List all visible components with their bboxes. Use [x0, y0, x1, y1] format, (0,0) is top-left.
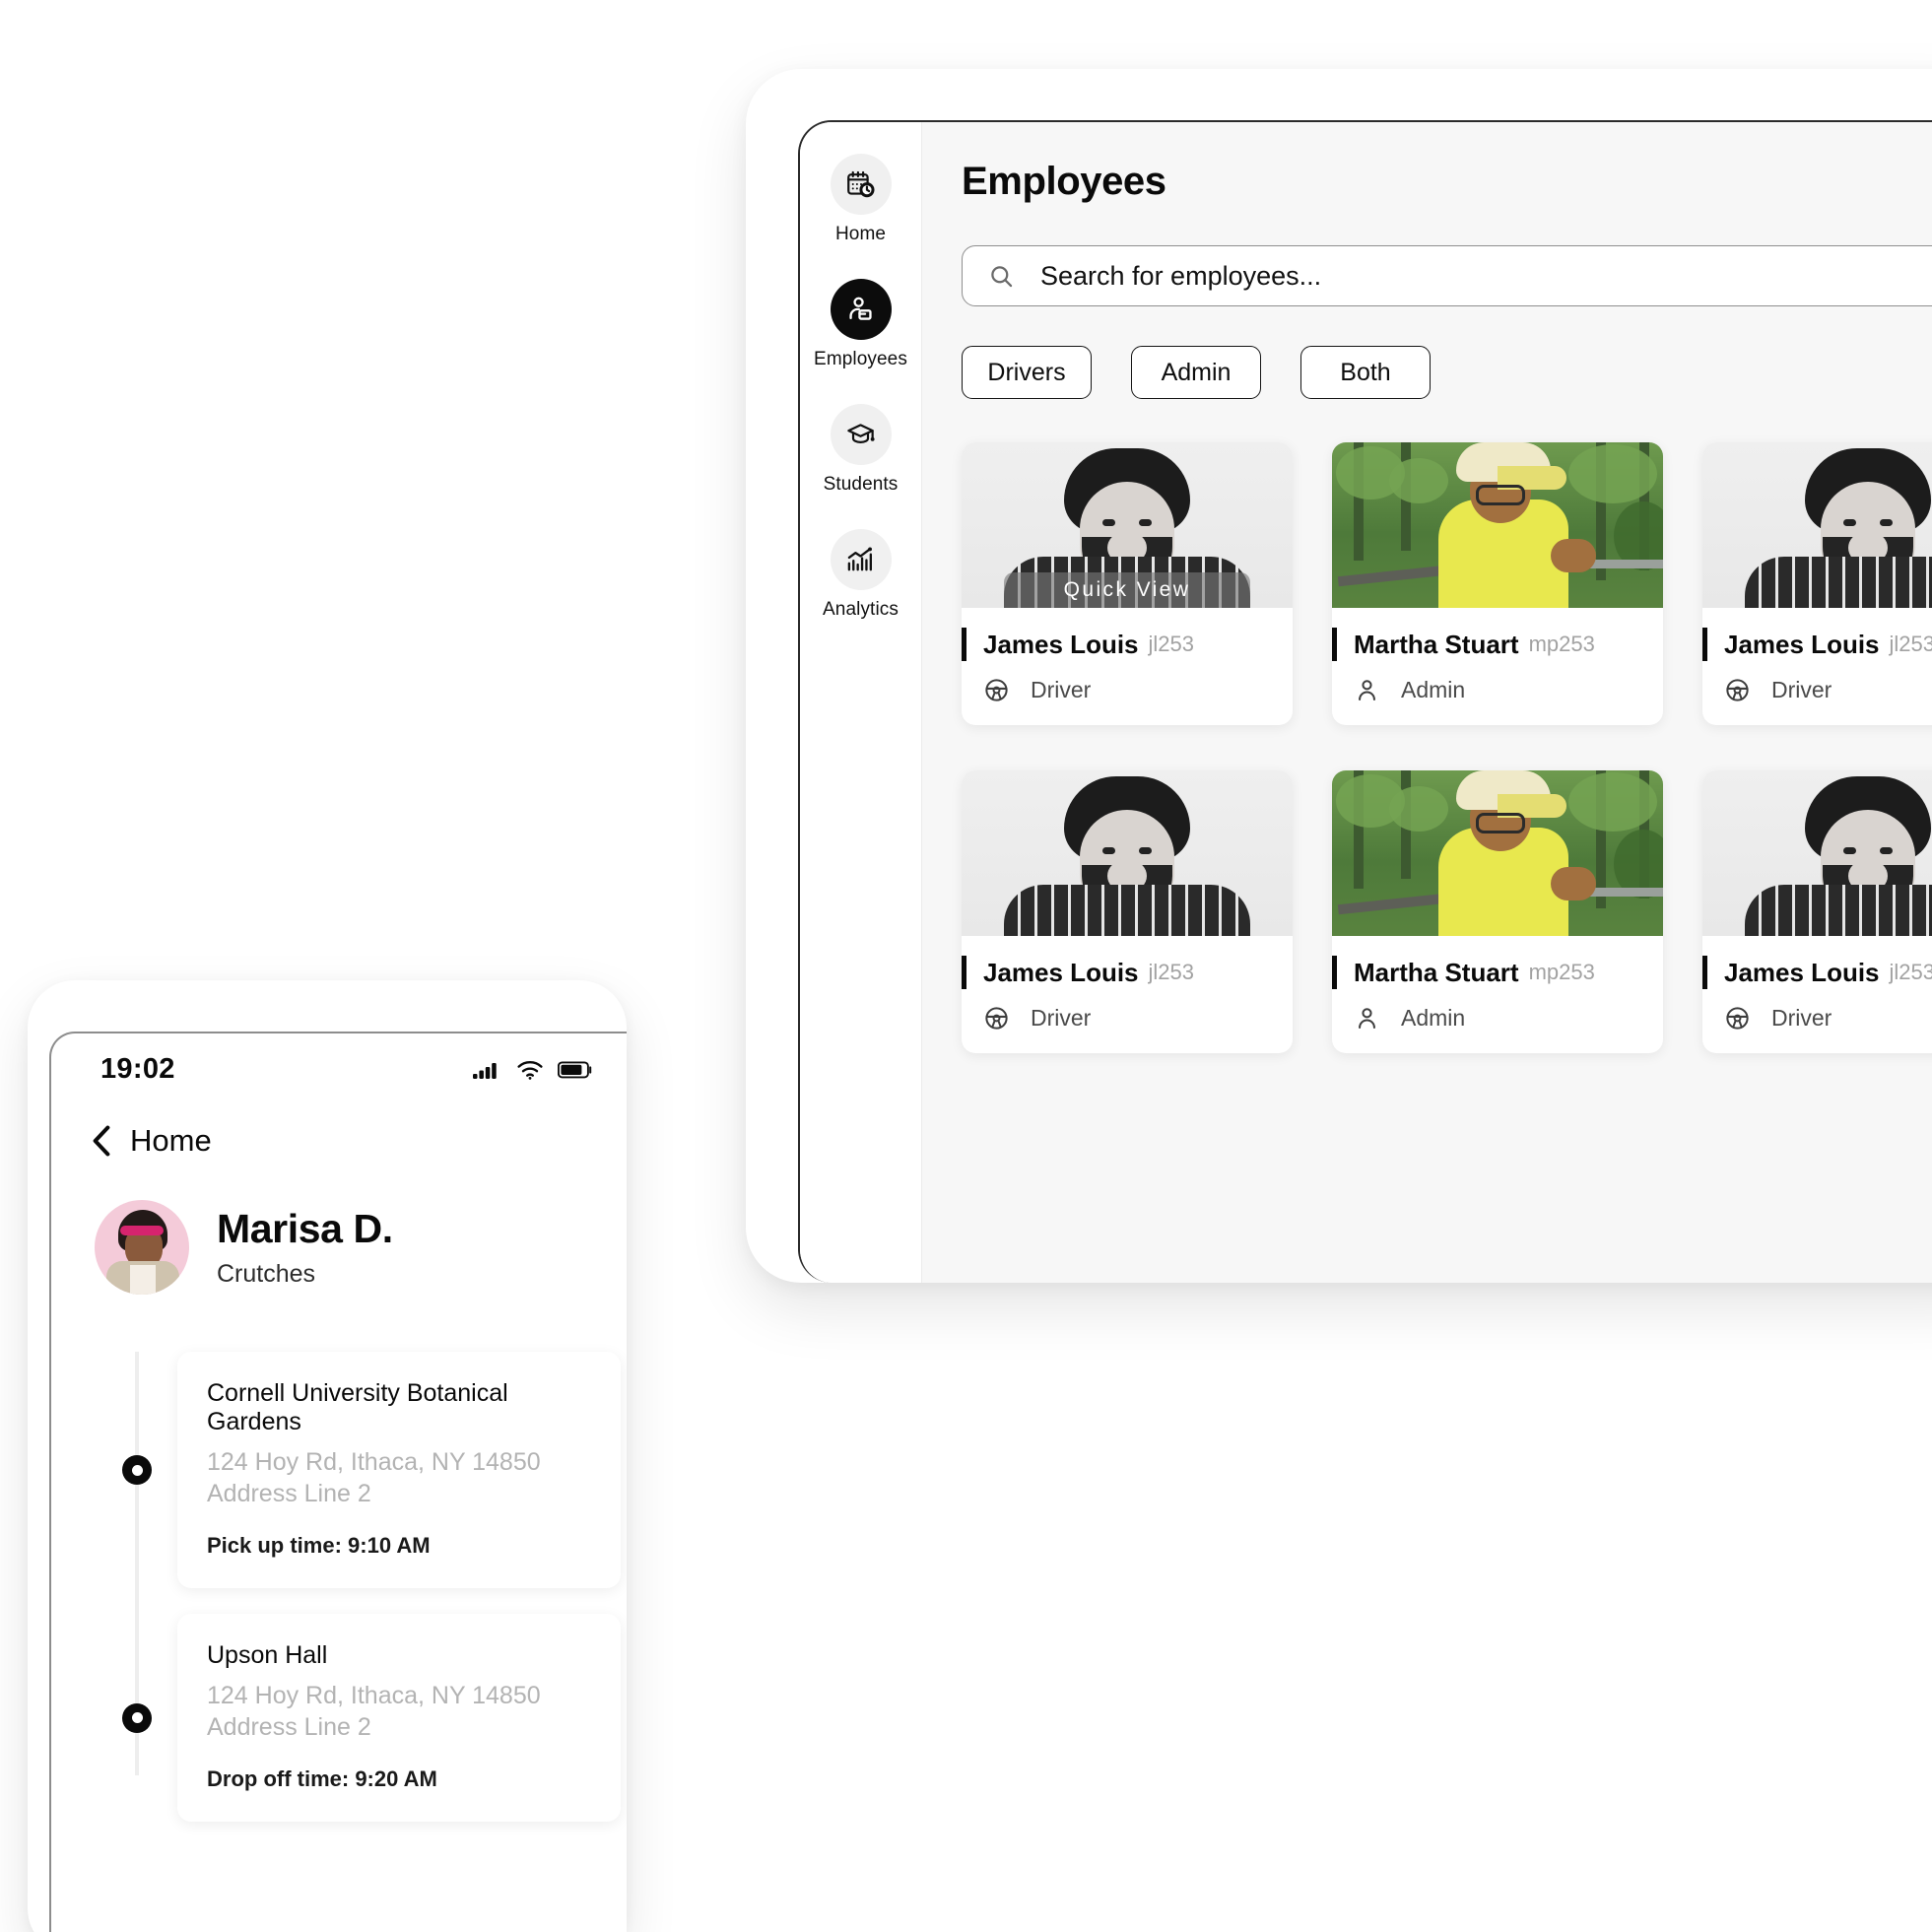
name-accent-bar — [1702, 628, 1707, 661]
cellular-signal-icon — [473, 1062, 497, 1079]
stop-title: Cornell University Botanical Gardens — [207, 1379, 508, 1435]
employee-id: jl253 — [1148, 632, 1194, 656]
avatar — [95, 1200, 189, 1295]
rider-header: Marisa D. Crutches — [51, 1159, 627, 1295]
employee-id: jl253 — [1148, 960, 1194, 984]
timeline-dot-icon — [122, 1702, 152, 1733]
page-title: Employees — [962, 160, 1166, 203]
employee-name: James Louis — [983, 629, 1139, 659]
name-accent-bar — [1702, 956, 1707, 989]
employee-name: James Louis — [983, 957, 1139, 987]
filter-admin-button[interactable]: Admin — [1131, 346, 1261, 399]
sidebar-item-label: Employees — [814, 349, 907, 369]
employee-role: Driver — [1031, 677, 1092, 702]
search-icon — [991, 265, 1013, 287]
status-time: 19:02 — [100, 1053, 175, 1085]
employee-role: Driver — [1031, 1005, 1092, 1031]
stop-address-line-2: Address Line 2 — [207, 1480, 371, 1507]
sidebar-item-label: Students — [823, 474, 899, 495]
employee-id: mp253 — [1528, 960, 1595, 984]
employee-name: Martha Stuart — [1354, 629, 1519, 659]
stop-card[interactable]: Upson Hall 124 Hoy Rd, Ithaca, NY 14850 … — [177, 1614, 621, 1822]
quick-view-overlay[interactable]: Quick View — [1004, 572, 1250, 608]
sidebar-item-analytics[interactable]: Analytics — [807, 529, 915, 621]
sidebar-item-home[interactable]: Home — [807, 154, 915, 245]
employee-card[interactable]: Quick View James Louis jl253 Driver — [962, 442, 1293, 725]
battery-icon — [558, 1060, 592, 1078]
screenshot-canvas: Home Employees Students Analytics Employ… — [0, 0, 1932, 1932]
employee-card[interactable]: James Louis jl253 Driver — [962, 770, 1293, 1053]
employee-card[interactable]: Martha Stuart mp253 Admin — [1332, 442, 1663, 725]
name-accent-bar — [1332, 956, 1337, 989]
rider-name: Marisa D. — [217, 1206, 393, 1251]
employee-name: Martha Stuart — [1354, 957, 1519, 987]
name-accent-bar — [962, 628, 966, 661]
name-accent-bar — [1332, 628, 1337, 661]
employee-id: mp253 — [1528, 632, 1595, 656]
stop-time: Pick up time: 9:10 AM — [207, 1533, 431, 1558]
employee-photo — [1332, 442, 1663, 608]
employees-icon — [830, 279, 892, 340]
steering-wheel-icon — [985, 679, 1008, 701]
phone-screen: 19:02 Home Marisa D. Crutches Cornell Un… — [49, 1032, 627, 1932]
role-filter-group: Drivers Admin Both — [962, 346, 1932, 399]
employee-id: jl253 — [1889, 632, 1932, 656]
employee-role: Admin — [1401, 677, 1466, 702]
stop-time: Drop off time: 9:20 AM — [207, 1766, 437, 1791]
employee-photo — [1702, 442, 1932, 608]
chevron-left-icon — [93, 1125, 110, 1157]
sidebar-item-employees[interactable]: Employees — [807, 279, 915, 370]
stop-title: Upson Hall — [207, 1641, 328, 1669]
stop-address-line-1: 124 Hoy Rd, Ithaca, NY 14850 — [207, 1448, 541, 1476]
wifi-icon — [517, 1060, 543, 1080]
employee-card[interactable]: James Louis jl253 Driver — [1702, 770, 1932, 1053]
search-input[interactable] — [1038, 259, 1932, 293]
back-button-label: Home — [130, 1123, 212, 1158]
employee-name: James Louis — [1724, 629, 1880, 659]
employee-photo — [1702, 770, 1932, 936]
steering-wheel-icon — [1726, 1007, 1749, 1030]
person-icon — [1359, 680, 1375, 700]
employee-role: Driver — [1771, 677, 1832, 702]
timeline-dot-icon — [122, 1455, 152, 1485]
stop-address-line-1: 124 Hoy Rd, Ithaca, NY 14850 — [207, 1682, 541, 1709]
sidebar-item-label: Analytics — [823, 599, 899, 620]
timeline-stop: Upson Hall 124 Hoy Rd, Ithaca, NY 14850 … — [51, 1614, 627, 1822]
trip-timeline: Cornell University Botanical Gardens 124… — [51, 1352, 627, 1822]
sidebar-item-students[interactable]: Students — [807, 404, 915, 496]
employee-role: Admin — [1401, 1005, 1466, 1031]
tablet-device-frame: Home Employees Students Analytics Employ… — [746, 69, 1932, 1283]
filter-both-button[interactable]: Both — [1300, 346, 1431, 399]
status-bar: 19:02 — [51, 1033, 627, 1086]
sidebar-nav: Home Employees Students Analytics — [800, 122, 922, 1283]
steering-wheel-icon — [985, 1007, 1008, 1030]
employee-card[interactable]: James Louis jl253 Driver — [1702, 442, 1932, 725]
employee-card[interactable]: Martha Stuart mp253 Admin — [1332, 770, 1663, 1053]
rider-note: Crutches — [217, 1260, 316, 1288]
analytics-chart-icon — [830, 529, 892, 590]
employee-role: Driver — [1771, 1005, 1832, 1031]
employee-name: James Louis — [1724, 957, 1880, 987]
tablet-screen: Home Employees Students Analytics Employ… — [798, 120, 1932, 1283]
graduation-cap-icon — [830, 404, 892, 465]
sidebar-item-label: Home — [834, 224, 887, 244]
phone-device-frame: 19:02 Home Marisa D. Crutches Cornell Un… — [28, 980, 627, 1932]
steering-wheel-icon — [1726, 679, 1749, 701]
employees-page: Employees Drivers Admin Both — [922, 122, 1932, 1283]
employee-photo — [1332, 770, 1663, 936]
back-button[interactable]: Home — [51, 1086, 627, 1159]
search-bar[interactable] — [962, 245, 1932, 306]
employee-photo: Quick View — [962, 442, 1293, 608]
stop-address-line-2: Address Line 2 — [207, 1713, 371, 1741]
calendar-clock-icon — [830, 154, 892, 215]
employee-id: jl253 — [1889, 960, 1932, 984]
timeline-stop: Cornell University Botanical Gardens 124… — [51, 1352, 627, 1588]
filter-drivers-button[interactable]: Drivers — [962, 346, 1092, 399]
person-icon — [1359, 1008, 1375, 1029]
name-accent-bar — [962, 956, 966, 989]
employee-photo — [962, 770, 1293, 936]
stop-card[interactable]: Cornell University Botanical Gardens 124… — [177, 1352, 621, 1588]
employee-card-grid: Quick View James Louis jl253 Driver Mart… — [962, 442, 1932, 1053]
